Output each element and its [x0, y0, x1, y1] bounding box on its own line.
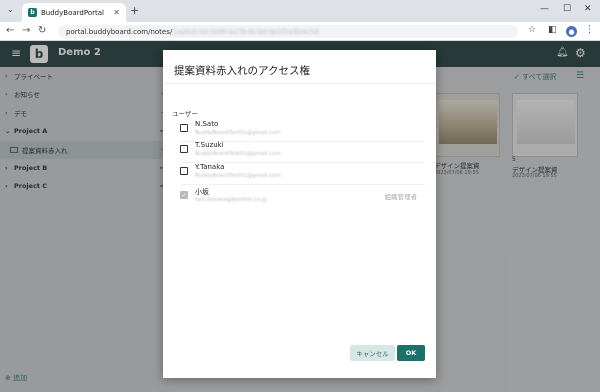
app-favicon-icon: b [28, 8, 37, 17]
user-name: N.Sato [195, 120, 219, 128]
access-rights-dialog: 提案資料赤入れのアクセス権 ユーザー N.Sato BuddyBoardTest… [163, 50, 436, 378]
bookmark-star-icon[interactable]: ☆ [528, 25, 536, 35]
user-name: 小坂 [195, 188, 209, 196]
maximize-icon[interactable]: ☐ [563, 4, 571, 14]
divider [180, 184, 425, 185]
minimize-icon[interactable]: — [540, 4, 549, 14]
reload-icon[interactable]: ↻ [38, 25, 46, 36]
user-checkbox[interactable] [180, 167, 188, 175]
window-close-icon[interactable]: ✕ [584, 4, 592, 14]
tab-search-icon[interactable]: ⌄ [7, 5, 14, 14]
browser-tab[interactable]: b BuddyBoardPortal ✕ [22, 3, 126, 22]
new-tab-icon[interactable]: + [130, 4, 139, 17]
user-row: ✓ 小坂 taro.kosaka@brother.co.jp 組織管理者 [180, 187, 425, 209]
back-icon[interactable]: ← [6, 25, 14, 36]
url-input[interactable]: portal.buddyboard.com/notes/ 1a2b3c4d-5e… [58, 25, 518, 38]
divider [163, 83, 436, 84]
user-row: N.Sato BuddyBoardTest01@gmail.com [180, 120, 425, 142]
cancel-button[interactable]: キャンセル [350, 345, 395, 361]
browser-tab-bar: ⌄ b BuddyBoardPortal ✕ + — ☐ ✕ [0, 0, 600, 22]
tab-close-icon[interactable]: ✕ [113, 8, 120, 17]
browser-menu-icon[interactable]: ⋮ [585, 25, 594, 35]
ok-button[interactable]: OK [397, 345, 425, 361]
user-email: BuddyBoardTest01@gmail.com [195, 130, 281, 136]
url-text: portal.buddyboard.com/notes/ [66, 27, 173, 36]
user-role-badge: 組織管理者 [384, 193, 418, 201]
url-id-blurred: 1a2b3c4d-5e6f-4a7b-8c9d-0e1f2a3b4c5d [173, 27, 319, 36]
user-name: T.Suzuki [195, 141, 224, 149]
tab-title: BuddyBoardPortal [41, 8, 104, 17]
user-email: BuddyBoardTest01@gmail.com [195, 173, 281, 179]
dialog-title: 提案資料赤入れのアクセス権 [174, 65, 310, 77]
profile-avatar[interactable]: ● [566, 26, 577, 37]
address-bar-row: ← → ↻ portal.buddyboard.com/notes/ 1a2b3… [0, 22, 600, 41]
user-email: BuddyBoardTest01@gmail.com [195, 151, 281, 157]
user-checkbox-checked: ✓ [180, 191, 188, 199]
user-name: Y.Tanaka [195, 163, 225, 171]
user-row: Y.Tanaka BuddyBoardTest01@gmail.com [180, 163, 425, 185]
sidepanel-icon[interactable]: ◧ [548, 25, 557, 35]
user-email: taro.kosaka@brother.co.jp [195, 197, 267, 203]
user-row: T.Suzuki BuddyBoardTest01@gmail.com [180, 141, 425, 163]
forward-icon[interactable]: → [22, 25, 30, 36]
users-section-label: ユーザー [172, 110, 198, 118]
user-checkbox[interactable] [180, 124, 188, 132]
user-checkbox[interactable] [180, 145, 188, 153]
